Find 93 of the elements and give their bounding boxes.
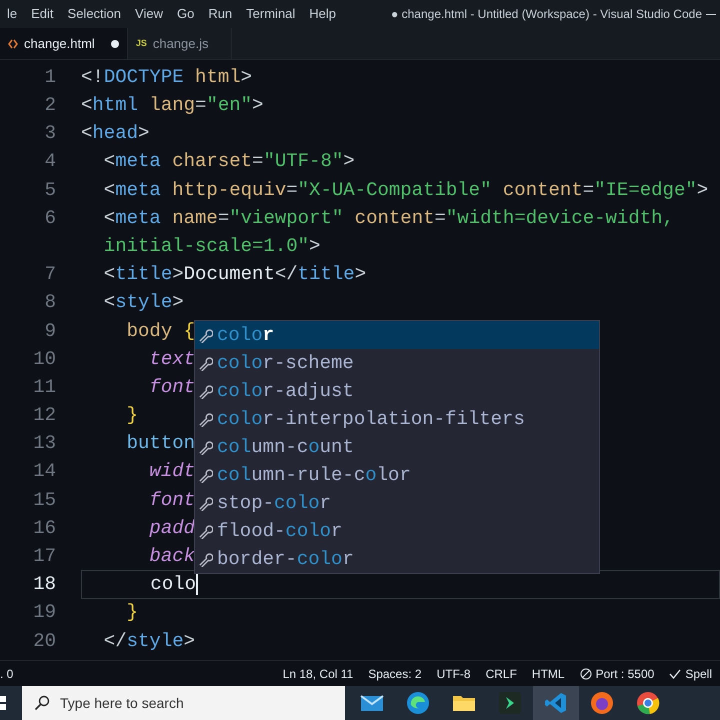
window-title: ● change.html - Untitled (Workspace) - Visual Studio Code [391, 6, 702, 23]
line-number: 17 [32, 544, 56, 570]
status-item[interactable]: Spaces: 2 [368, 664, 422, 682]
swirl-browser-icon [406, 691, 430, 715]
status-item[interactable]: Port : 5500 [580, 664, 654, 682]
wrench-icon [198, 356, 213, 370]
code-line: <meta charset="UTF-8"> [102, 149, 355, 174]
code-line: <head> [81, 121, 150, 146]
code-line: button [126, 431, 196, 456]
status-item[interactable]: UTF-8 [436, 664, 471, 682]
menu-item[interactable]: Help [302, 4, 344, 24]
wrench-icon [198, 440, 213, 454]
status-item[interactable]: HTML [532, 664, 565, 682]
line-number: 9 [44, 318, 56, 344]
line-number: 1 [44, 64, 56, 90]
fox-browser-icon [590, 691, 614, 715]
suggestion-item[interactable]: column-count [195, 433, 599, 461]
status-item[interactable]: . 0 [0, 664, 14, 682]
code-line: initial-scale=1.0"> [102, 234, 320, 259]
suggestion-item[interactable]: flood-color [195, 517, 599, 545]
text-cursor [196, 573, 198, 596]
line-number: 16 [32, 516, 56, 541]
line-number: 20 [32, 628, 56, 654]
code-line: back [148, 544, 196, 570]
suggestion-item[interactable]: color-interpolation-filters [195, 405, 599, 433]
line-number: 15 [32, 488, 56, 513]
code-line: } [126, 600, 138, 626]
arrow-app-icon [499, 692, 521, 714]
suggestion-item[interactable]: color-scheme [195, 349, 599, 377]
code-line: <html lang="en"> [81, 93, 264, 118]
line-number: 3 [44, 121, 56, 146]
wrench-icon [198, 496, 213, 510]
line-number: 14 [32, 459, 56, 484]
code-line: text [148, 346, 196, 372]
line-number: 12 [32, 403, 56, 428]
status-item[interactable]: CRLF [486, 664, 517, 682]
menu-item[interactable]: Edit [24, 4, 61, 24]
envelope-icon [360, 693, 384, 713]
menu-item[interactable]: Terminal [239, 4, 302, 24]
check-icon [669, 668, 682, 680]
line-number: 11 [32, 374, 56, 400]
js-icon: JS [136, 36, 147, 50]
line-number: 13 [32, 431, 56, 456]
line-number: 8 [44, 290, 56, 316]
menu-item[interactable]: Run [201, 4, 240, 24]
code-line: </style> [102, 628, 196, 654]
code-line: <!DOCTYPE html> [81, 64, 252, 90]
line-number: 7 [44, 262, 56, 288]
menu-item[interactable]: View [128, 4, 170, 24]
tab-label: change.html [24, 34, 95, 53]
code-line: colo [149, 572, 196, 598]
tab-label: change.js [152, 34, 208, 53]
tri-colour-browser-icon [636, 691, 660, 715]
code-line: font [148, 374, 196, 400]
line-number: 2 [44, 93, 56, 118]
code-line: widt [148, 459, 196, 484]
code-editor-icon [544, 691, 568, 715]
menu-item[interactable]: Go [170, 4, 202, 24]
search-icon [34, 695, 50, 711]
suggestion-item[interactable]: column-rule-color [195, 461, 599, 489]
line-number: 5 [44, 178, 56, 203]
code-line: } [126, 403, 138, 428]
line-number: 6 [44, 206, 56, 231]
code-line: <meta name="viewport" content="width=device-width, [102, 206, 674, 231]
wrench-icon [198, 552, 213, 566]
search-field[interactable]: Type here to search [22, 686, 345, 720]
menu-item[interactable]: le [0, 4, 24, 24]
line-number: 19 [32, 600, 56, 626]
code-line: <title>Document</title> [102, 262, 366, 288]
suggestion-item[interactable]: stop-color [195, 489, 599, 517]
suggestion-item[interactable]: border-color [195, 545, 599, 573]
wrench-icon [198, 412, 213, 426]
code-brackets-icon [8, 38, 18, 48]
line-number: 18 [32, 572, 56, 598]
suggestion-item[interactable]: color-adjust [195, 377, 599, 405]
folder-icon [452, 693, 476, 713]
editor-tab[interactable]: change.html [0, 28, 128, 59]
wrench-icon [198, 384, 213, 398]
status-item[interactable]: Ln 18, Col 11 [282, 664, 354, 682]
code-line: body { [126, 318, 196, 344]
wrench-icon [198, 328, 213, 342]
status-item[interactable]: Spell [669, 664, 712, 682]
wrench-icon [198, 468, 213, 482]
suggestion-item[interactable]: color [195, 321, 599, 349]
wrench-icon [198, 524, 213, 538]
code-line: font [148, 488, 196, 513]
no-entry-icon [580, 668, 592, 680]
code-line: padd [148, 516, 196, 541]
line-number: 10 [32, 346, 56, 372]
menu-item[interactable]: Selection [60, 4, 128, 24]
code-line: <style> [102, 290, 184, 316]
line-number: 4 [44, 149, 56, 174]
code-line: <meta http-equiv="X-UA-Compatible" content="IE=edge"> [102, 178, 708, 203]
